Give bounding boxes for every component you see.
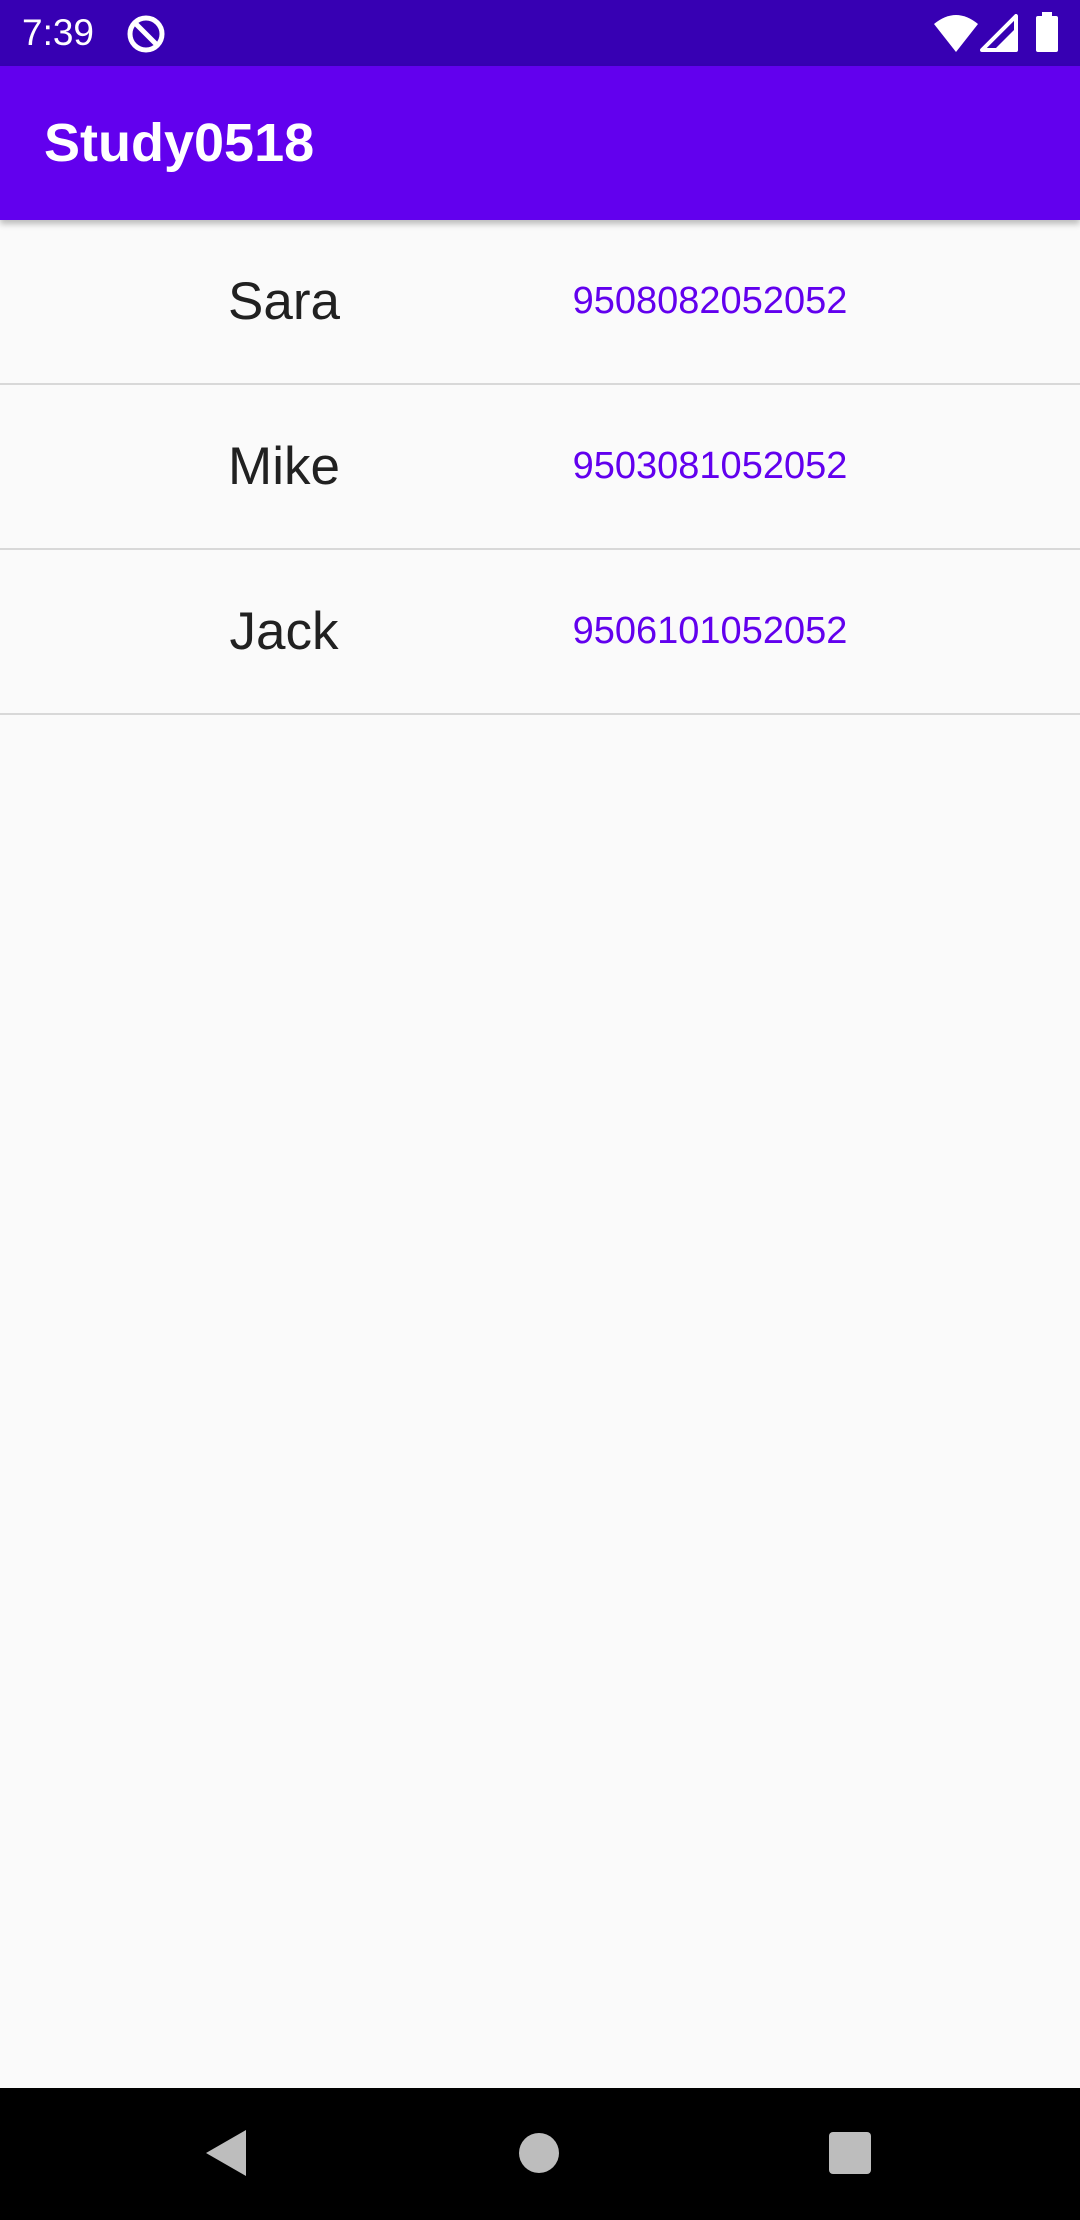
- contact-phone: 9503081052052: [572, 445, 848, 487]
- app-bar: Study0518: [0, 66, 1080, 220]
- contact-name: Jack: [229, 602, 339, 661]
- contact-phone: 9506101052052: [572, 610, 848, 652]
- contact-phone: 9508082052052: [572, 280, 848, 322]
- wifi-icon: [934, 15, 978, 52]
- contact-list: Sara 9508082052052 Mike 9503081052052 Ja…: [0, 220, 1080, 715]
- home-icon[interactable]: [518, 2132, 560, 2174]
- contact-name: Mike: [228, 437, 340, 496]
- list-item[interactable]: Mike 9503081052052: [0, 385, 1080, 550]
- recents-icon[interactable]: [828, 2132, 872, 2174]
- status-bar: 7:39: [0, 0, 1080, 66]
- back-icon[interactable]: [204, 2128, 248, 2178]
- battery-icon: [1036, 12, 1058, 52]
- contact-name: Sara: [228, 272, 340, 331]
- app-title: Study0518: [44, 113, 315, 173]
- list-item[interactable]: Sara 9508082052052: [0, 220, 1080, 385]
- app-notification-icon: [127, 15, 165, 53]
- status-time: 7:39: [22, 12, 95, 53]
- list-item[interactable]: Jack 9506101052052: [0, 550, 1080, 715]
- signal-icon: [980, 14, 1018, 52]
